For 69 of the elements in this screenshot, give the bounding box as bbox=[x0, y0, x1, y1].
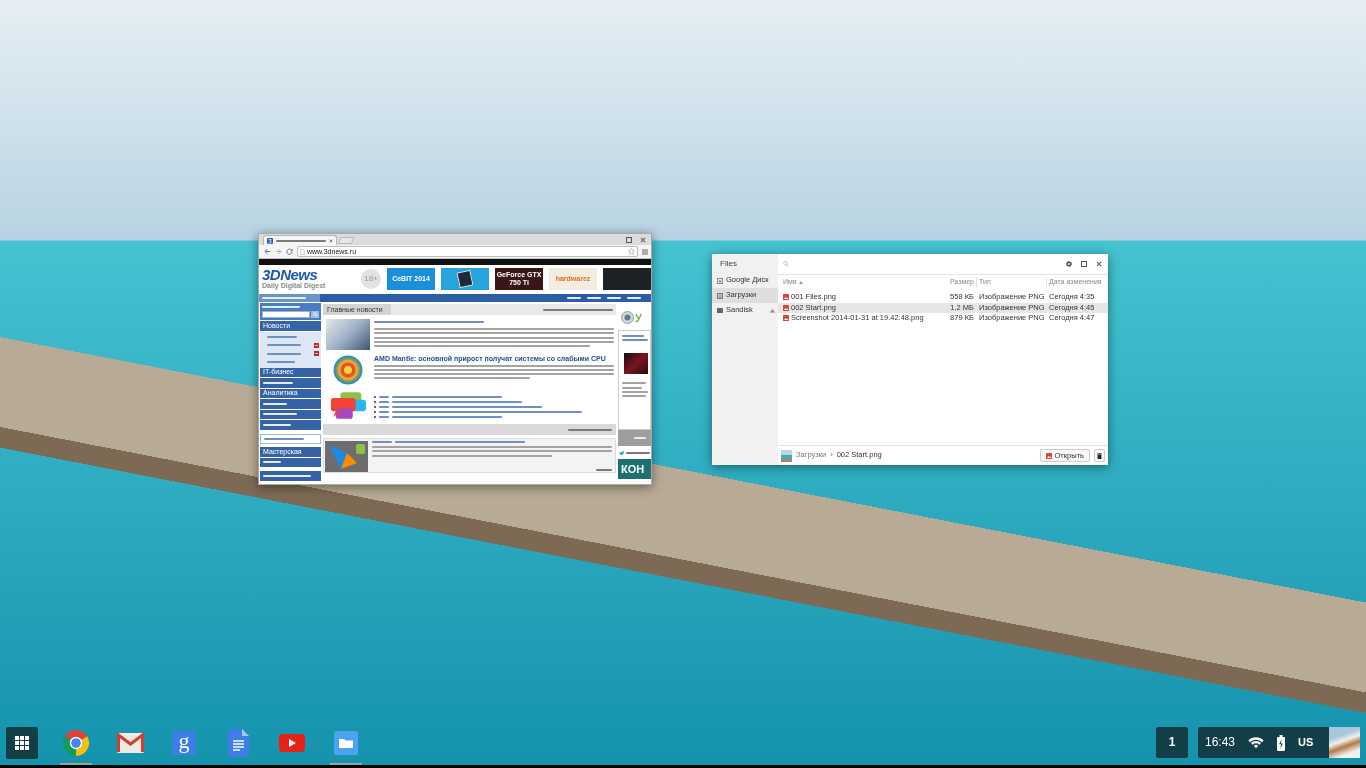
image-file-icon bbox=[783, 294, 789, 301]
blurred-text-drawing bbox=[263, 474, 311, 477]
browser-tab[interactable] bbox=[263, 235, 337, 245]
status-area[interactable]: 16:43 US bbox=[1198, 727, 1360, 758]
blurred-text-drawing bbox=[263, 413, 297, 416]
bird-icon bbox=[619, 451, 624, 455]
blurred-text-drawing bbox=[263, 402, 287, 405]
delete-button[interactable] bbox=[1094, 449, 1105, 462]
product-photo bbox=[624, 353, 648, 375]
folder-icon bbox=[334, 731, 358, 755]
maximize-icon[interactable] bbox=[1081, 261, 1087, 267]
ad-banner[interactable] bbox=[441, 268, 489, 290]
blurred-text-drawing bbox=[263, 423, 291, 426]
settings-icon[interactable] bbox=[1066, 261, 1072, 267]
blurred-text-drawing bbox=[622, 335, 648, 342]
maximize-icon[interactable] bbox=[626, 236, 632, 243]
blurred-text-drawing bbox=[267, 344, 301, 347]
close-icon[interactable] bbox=[329, 238, 333, 243]
blurred-text-drawing bbox=[622, 382, 648, 398]
clock-time: 16:43 bbox=[1205, 735, 1236, 750]
blurred-text-drawing bbox=[267, 335, 297, 338]
image-file-icon bbox=[1045, 452, 1052, 459]
article-photo bbox=[326, 319, 370, 350]
sort-arrow-icon bbox=[798, 281, 803, 284]
browser-icon bbox=[62, 729, 90, 757]
blurred-text-drawing bbox=[263, 461, 281, 464]
close-icon[interactable] bbox=[640, 236, 646, 243]
image-file-icon bbox=[783, 304, 789, 311]
blurred-text-drawing bbox=[267, 361, 295, 364]
avatar-photo bbox=[1329, 727, 1360, 758]
reload-icon[interactable] bbox=[286, 248, 293, 255]
page-icon bbox=[300, 248, 305, 255]
round-logo-icon bbox=[621, 311, 634, 324]
side-title: У bbox=[635, 311, 642, 324]
drive-icon bbox=[717, 277, 723, 284]
drive-icon bbox=[717, 308, 723, 313]
list-icon bbox=[717, 292, 723, 299]
shelf-app-button[interactable] bbox=[60, 727, 92, 759]
planet-core-drawing bbox=[333, 355, 363, 385]
mail-icon bbox=[116, 733, 144, 753]
keyboard-layout: US bbox=[1298, 736, 1314, 749]
blurred-text-drawing bbox=[543, 308, 613, 311]
star-icon[interactable] bbox=[628, 248, 635, 255]
image-file-icon bbox=[783, 315, 789, 322]
menu-item[interactable] bbox=[260, 433, 321, 444]
site-logo[interactable]: 3DNews bbox=[262, 268, 318, 282]
search-field[interactable] bbox=[262, 311, 310, 318]
wifi-icon bbox=[1248, 736, 1265, 749]
close-icon[interactable] bbox=[1096, 261, 1102, 267]
notification-counter[interactable]: 1 bbox=[1156, 727, 1188, 758]
video-play-icon bbox=[279, 734, 305, 752]
launcher-button[interactable] bbox=[6, 727, 38, 759]
blurred-text-drawing bbox=[568, 428, 612, 431]
blurred-text-drawing bbox=[264, 437, 304, 440]
app-logo-drawing bbox=[325, 441, 368, 472]
trash-icon bbox=[1097, 452, 1102, 459]
battery-icon bbox=[1277, 734, 1286, 751]
speech-bubbles-drawing bbox=[329, 391, 367, 420]
back-arrow-icon[interactable] bbox=[264, 248, 271, 255]
search-icon bbox=[312, 312, 318, 317]
grid-icon bbox=[15, 736, 29, 750]
window-title: Files bbox=[719, 258, 738, 270]
age-rating-badge: 18+ bbox=[361, 269, 381, 289]
blurred-text-drawing bbox=[263, 381, 293, 384]
blurred-text-drawing bbox=[267, 352, 301, 355]
ad-banner[interactable]: КОН bbox=[618, 459, 651, 479]
file-thumbnail bbox=[781, 449, 792, 462]
blurred-text-drawing bbox=[276, 239, 326, 242]
eject-icon[interactable] bbox=[770, 308, 775, 313]
